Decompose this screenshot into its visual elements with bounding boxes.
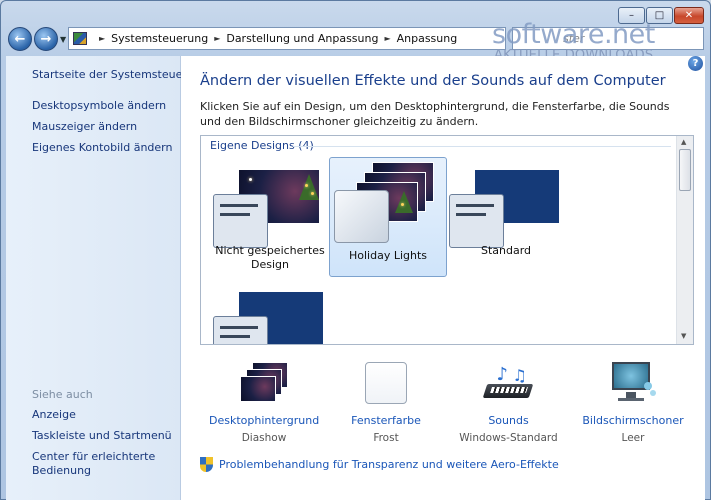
theme-unsaved[interactable]: Nicht gespeichertes Design xyxy=(211,160,329,280)
theme-label: Nicht gespeichertes Design xyxy=(215,244,325,271)
page-description: Klicken Sie auf ein Design, um den Deskt… xyxy=(200,100,670,128)
christmas-tree-icon xyxy=(299,174,319,200)
theme-label: Holiday Lights xyxy=(348,249,428,262)
sounds-setting[interactable]: ♪ ♫ Sounds Windows-Standard xyxy=(456,362,561,444)
breadcrumb-separator[interactable]: ► xyxy=(214,34,220,43)
aero-troubleshoot-link[interactable]: Problembehandlung für Transparenz und we… xyxy=(200,457,559,472)
screensaver-setting[interactable]: Bildschirmschoner Leer xyxy=(581,362,685,444)
window-color-setting[interactable]: Fensterfarbe Frost xyxy=(341,362,431,444)
navigation-bar: ← → ▼ ► Systemsteuerung ► Darstellung un… xyxy=(6,26,705,54)
theme-list: Eigene Designs (4) Nicht gespeichertes D… xyxy=(200,135,694,345)
aero-troubleshoot-label[interactable]: Problembehandlung für Transparenz und we… xyxy=(219,458,559,471)
sidebar-link-desktop-icons[interactable]: Desktopsymbole ändern xyxy=(32,99,166,113)
address-bar[interactable]: ► Systemsteuerung ► Darstellung und Anpa… xyxy=(68,27,506,50)
breadcrumb-separator[interactable]: ► xyxy=(99,34,105,43)
scroll-up-button[interactable]: ▲ xyxy=(681,138,686,146)
theme-standard[interactable]: Standard xyxy=(447,160,565,280)
breadcrumb-anpassung[interactable]: Anpassung xyxy=(397,32,458,45)
scroll-thumb[interactable] xyxy=(679,149,691,191)
breadcrumb-systemsteuerung[interactable]: Systemsteuerung xyxy=(111,32,208,45)
tree-light xyxy=(305,184,308,187)
close-button[interactable]: ✕ xyxy=(674,7,704,24)
help-icon[interactable]: ? xyxy=(688,56,703,71)
arrow-left-icon: ← xyxy=(14,31,26,47)
main-content: ? Ändern der visuellen Effekte und der S… xyxy=(181,56,705,500)
desktop-background-link[interactable]: Desktophintergrund xyxy=(209,414,319,427)
forward-button[interactable]: → xyxy=(34,27,58,51)
scroll-down-button[interactable]: ▼ xyxy=(681,332,686,340)
theme-list-scrollbar[interactable]: ▲ ▼ xyxy=(676,136,693,344)
uac-shield-icon xyxy=(200,457,213,472)
sounds-link[interactable]: Sounds xyxy=(456,414,561,427)
sidebar-link-taskbar[interactable]: Taskleiste und Startmenü xyxy=(32,429,172,443)
desktop-background-icon xyxy=(234,362,294,406)
theme-fourth[interactable] xyxy=(211,282,329,344)
breadcrumb-darstellung[interactable]: Darstellung und Anpassung xyxy=(226,32,378,45)
page-title: Ändern der visuellen Effekte und der Sou… xyxy=(200,73,666,89)
theme-holiday-lights[interactable]: Holiday Lights xyxy=(329,157,447,277)
window-preview-thumbnail xyxy=(213,194,268,248)
window-color-icon xyxy=(365,362,407,404)
recent-pages-dropdown[interactable]: ▼ xyxy=(60,35,66,44)
breadcrumb-separator[interactable]: ► xyxy=(384,34,390,43)
sidebar-link-display[interactable]: Anzeige xyxy=(32,408,76,422)
arrow-right-icon: → xyxy=(40,31,52,47)
control-panel-icon xyxy=(73,32,87,45)
window-glass-preview xyxy=(334,190,389,243)
back-button[interactable]: ← xyxy=(8,27,32,51)
window-preview-thumbnail xyxy=(449,194,504,248)
tree-light xyxy=(401,203,404,206)
maximize-button[interactable]: □ xyxy=(646,7,673,24)
desktop-background-setting[interactable]: Desktophintergrund Diashow xyxy=(209,362,319,444)
window-color-value: Frost xyxy=(373,432,399,444)
search-input[interactable]: ster xyxy=(512,27,704,50)
sidebar: Startseite der Systemsteuerung Desktopsy… xyxy=(6,56,208,500)
screensaver-icon xyxy=(608,362,658,406)
sidebar-link-mouse-pointer[interactable]: Mauszeiger ändern xyxy=(32,120,137,134)
sounds-icon: ♪ ♫ xyxy=(482,362,535,406)
desktop-background-value: Diashow xyxy=(241,432,287,444)
window-color-link[interactable]: Fensterfarbe xyxy=(341,414,431,427)
sounds-value: Windows-Standard xyxy=(459,432,558,444)
theme-label: Standard xyxy=(480,244,532,257)
tree-light xyxy=(311,192,314,195)
screensaver-link[interactable]: Bildschirmschoner xyxy=(581,414,685,427)
sidebar-link-account-picture[interactable]: Eigenes Kontobild ändern xyxy=(32,141,172,155)
caption-buttons: – □ ✕ xyxy=(618,7,704,24)
christmas-tree-icon xyxy=(395,191,413,213)
window-preview-thumbnail xyxy=(213,316,268,344)
screensaver-value: Leer xyxy=(621,432,645,444)
sidebar-link-ease-of-access[interactable]: Center für erleichterte Bedienung xyxy=(32,450,172,478)
see-also-heading: Siehe auch xyxy=(32,388,93,401)
group-divider xyxy=(293,146,671,147)
minimize-button[interactable]: – xyxy=(618,7,645,24)
star-icon xyxy=(249,178,252,181)
